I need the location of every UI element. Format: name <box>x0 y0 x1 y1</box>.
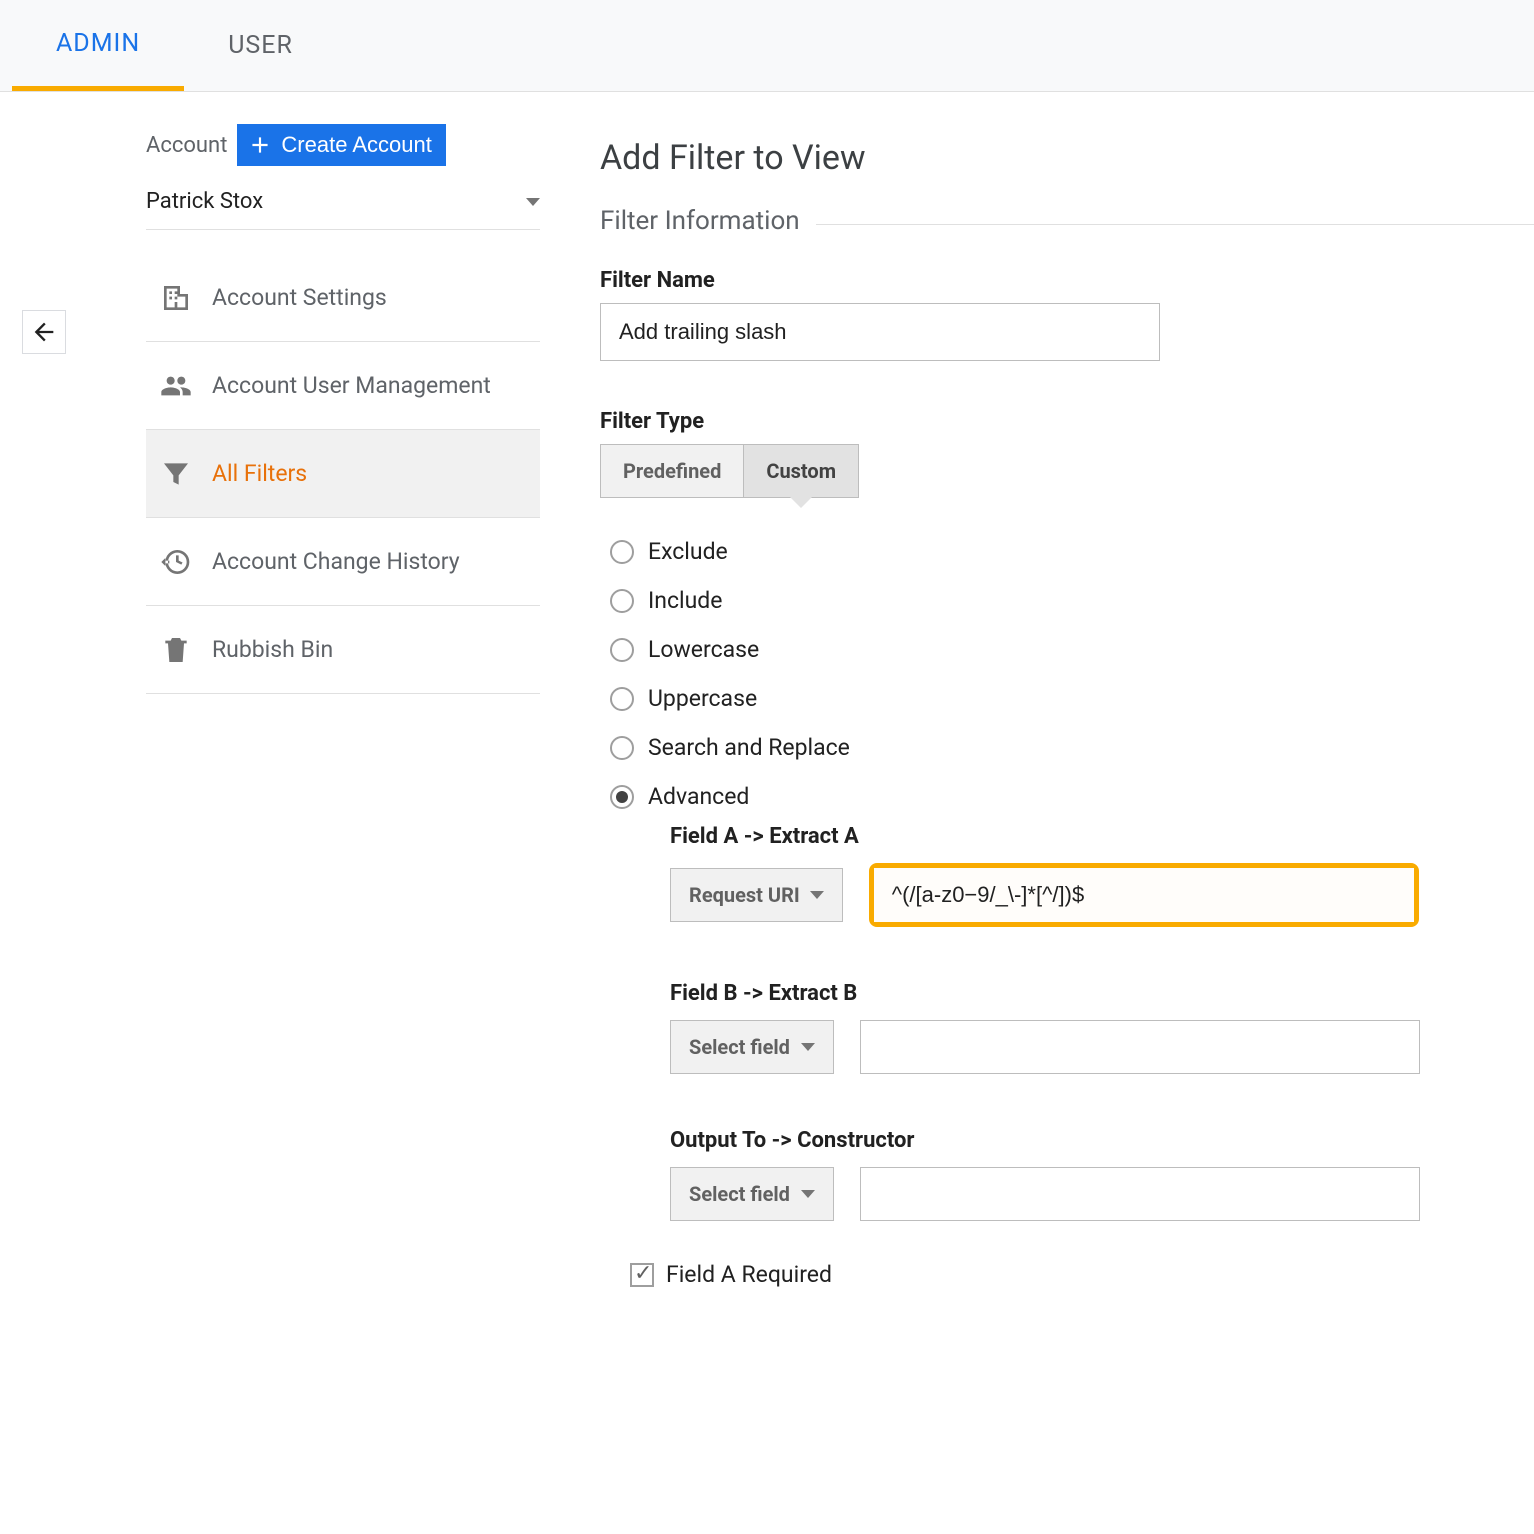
radio-label: Lowercase <box>648 636 759 663</box>
gutter <box>0 92 66 1288</box>
nav-user-management[interactable]: Account User Management <box>146 342 540 430</box>
output-label: Output To -> Constructor <box>670 1128 1534 1153</box>
filter-name-label: Filter Name <box>600 268 1534 293</box>
output-input[interactable] <box>860 1167 1420 1221</box>
radio-include[interactable]: Include <box>610 587 1534 614</box>
nav-account-settings[interactable]: Account Settings <box>146 254 540 342</box>
collapse-button[interactable] <box>22 310 66 354</box>
radio-icon <box>610 540 634 564</box>
output-select-label: Select field <box>689 1182 791 1206</box>
nav-label: Account Settings <box>212 284 387 311</box>
checkbox-label: Field A Required <box>666 1261 832 1288</box>
toggle-custom[interactable]: Custom <box>743 444 859 498</box>
account-selected-name: Patrick Stox <box>146 189 263 214</box>
chevron-down-icon <box>810 891 824 899</box>
back-arrow-icon <box>30 318 58 346</box>
topbar: ADMIN USER <box>0 0 1534 92</box>
radio-label: Search and Replace <box>648 734 850 761</box>
trash-icon <box>160 634 192 666</box>
toggle-predefined[interactable]: Predefined <box>600 444 743 498</box>
building-icon <box>160 282 192 314</box>
account-column-label: Account <box>146 133 227 158</box>
chevron-down-icon <box>801 1043 815 1051</box>
field-a-select[interactable]: Request URI <box>670 868 843 922</box>
nav-all-filters[interactable]: All Filters <box>146 430 540 518</box>
filter-type-label: Filter Type <box>600 409 1534 434</box>
nav-label: Rubbish Bin <box>212 636 333 663</box>
create-account-button[interactable]: Create Account <box>237 124 445 166</box>
radio-advanced[interactable]: Advanced <box>610 783 1534 810</box>
field-a-input[interactable] <box>874 868 1414 922</box>
chevron-down-icon <box>526 198 540 206</box>
field-a-required-checkbox[interactable]: Field A Required <box>600 1261 1534 1288</box>
field-b-select-label: Select field <box>689 1035 791 1059</box>
content: Add Filter to View Filter Information Fi… <box>566 92 1534 1288</box>
field-b-select[interactable]: Select field <box>670 1020 834 1074</box>
field-a-highlight <box>869 863 1419 927</box>
radio-uppercase[interactable]: Uppercase <box>610 685 1534 712</box>
tab-admin[interactable]: ADMIN <box>12 0 184 91</box>
field-a-label: Field A -> Extract A <box>670 824 1534 849</box>
nav-label: Account Change History <box>212 548 460 575</box>
section-filter-info: Filter Information <box>600 206 800 236</box>
radio-exclude[interactable]: Exclude <box>610 538 1534 565</box>
account-select[interactable]: Patrick Stox <box>146 174 540 230</box>
radio-icon <box>610 638 634 662</box>
tab-user[interactable]: USER <box>184 0 337 91</box>
users-icon <box>160 370 192 402</box>
account-column: Account Create Account Patrick Stox Acco… <box>66 92 566 1288</box>
output-select[interactable]: Select field <box>670 1167 834 1221</box>
create-account-label: Create Account <box>281 132 431 158</box>
page-title: Add Filter to View <box>600 138 1534 178</box>
checkbox-icon <box>630 1263 654 1287</box>
radio-lowercase[interactable]: Lowercase <box>610 636 1534 663</box>
field-a-select-label: Request URI <box>689 883 800 907</box>
filter-name-input[interactable] <box>600 303 1160 361</box>
history-icon <box>160 546 192 578</box>
nav-change-history[interactable]: Account Change History <box>146 518 540 606</box>
filter-icon <box>160 458 192 490</box>
radio-label: Uppercase <box>648 685 757 712</box>
field-b-label: Field B -> Extract B <box>670 981 1534 1006</box>
radio-label: Advanced <box>648 783 749 810</box>
nav-label: Account User Management <box>212 372 491 399</box>
radio-search-replace[interactable]: Search and Replace <box>610 734 1534 761</box>
radio-label: Include <box>648 587 722 614</box>
radio-icon <box>610 589 634 613</box>
plus-icon <box>247 132 273 158</box>
radio-icon <box>610 736 634 760</box>
nav-label: All Filters <box>212 460 307 487</box>
nav-rubbish-bin[interactable]: Rubbish Bin <box>146 606 540 694</box>
chevron-down-icon <box>801 1190 815 1198</box>
filter-type-toggle: Predefined Custom <box>600 444 1534 498</box>
radio-icon <box>610 687 634 711</box>
field-b-input[interactable] <box>860 1020 1420 1074</box>
radio-icon <box>610 785 634 809</box>
radio-label: Exclude <box>648 538 728 565</box>
